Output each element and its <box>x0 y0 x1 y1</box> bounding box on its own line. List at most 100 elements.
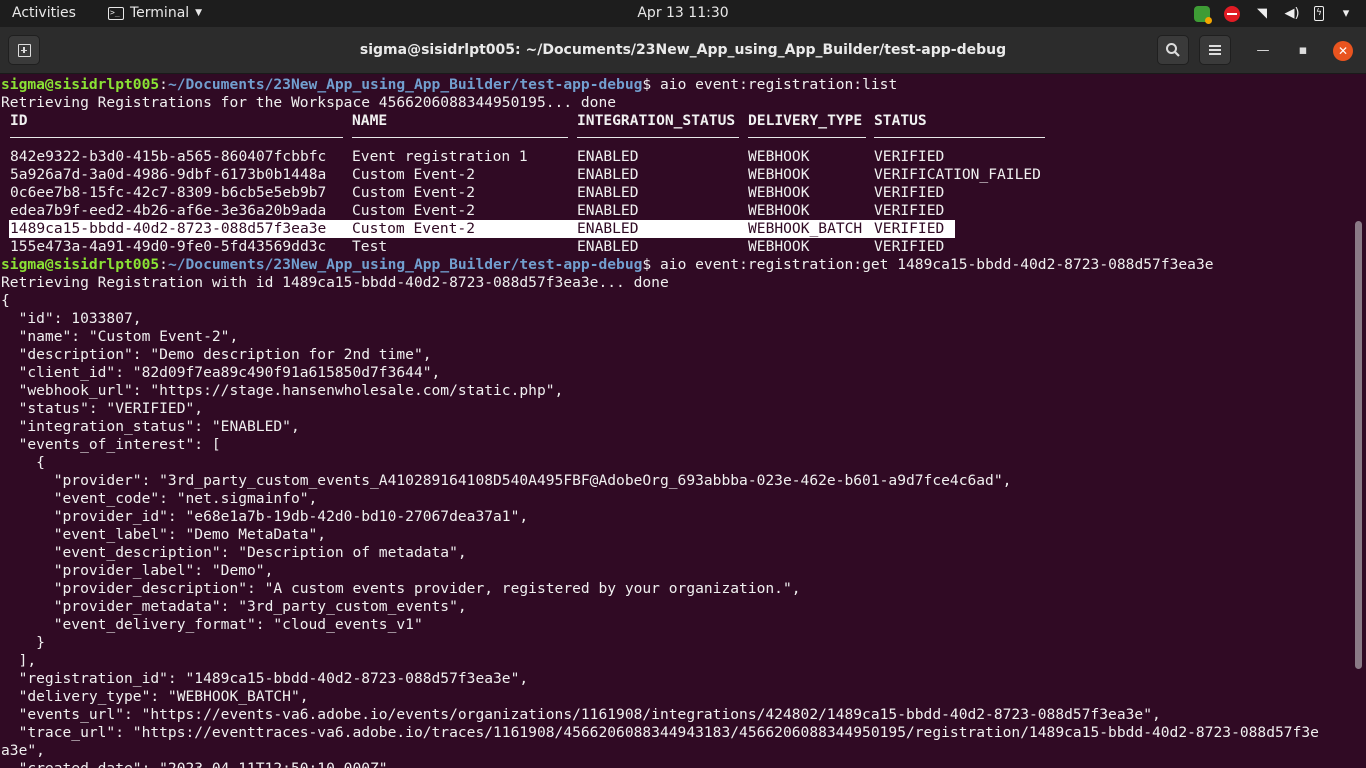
json-line: "webhook_url": "https://stage.hansenwhol… <box>1 382 564 399</box>
table-cell: WEBHOOK <box>748 202 810 219</box>
table-header-rule <box>577 137 739 138</box>
table-header-cell: DELIVERY_TYPE <box>748 112 863 129</box>
app-menu-caret-icon: ▼ <box>195 8 203 18</box>
json-line: "provider_metadata": "3rd_party_custom_e… <box>1 598 467 615</box>
table-cell: Custom Event-2 <box>352 202 476 219</box>
table-cell: 842e9322-b3d0-415b-a565-860407fcbbfc <box>10 148 327 165</box>
scrollbar-thumb[interactable] <box>1355 221 1362 669</box>
terminal-output[interactable]: sigma@sisidrlpt005:~/Documents/23New_App… <box>0 75 1354 768</box>
menu-caret-icon[interactable]: ▾ <box>1338 6 1354 22</box>
new-tab-icon <box>18 44 31 57</box>
table-cell: 1489ca15-bbdd-40d2-8723-088d57f3ea3e <box>10 220 327 237</box>
table-cell: ENABLED <box>577 184 639 201</box>
wifi-icon[interactable]: ◥ <box>1254 6 1270 22</box>
json-line: "delivery_type": "WEBHOOK_BATCH", <box>1 688 309 705</box>
prompt-line-1: sigma@sisidrlpt005:~/Documents/23New_App… <box>1 76 897 94</box>
table-cell: ENABLED <box>577 220 639 237</box>
json-line: "events_url": "https://events-va6.adobe.… <box>1 706 1161 723</box>
json-line: "created_date": "2023-04-11T12:50:10.000… <box>1 760 397 768</box>
prompt-path: ~/Documents/23New_App_using_App_Builder/… <box>167 256 643 273</box>
table-cell: WEBHOOK <box>748 148 810 165</box>
table-header-cell: NAME <box>352 112 388 129</box>
json-line: "provider": "3rd_party_custom_events_A41… <box>1 472 1012 489</box>
json-line: "event_description": "Description of met… <box>1 544 467 561</box>
clock[interactable]: Apr 13 11:30 <box>0 0 1366 27</box>
volume-icon[interactable]: ◀) <box>1284 6 1300 22</box>
activities-button[interactable]: Activities <box>12 0 76 27</box>
maximize-button[interactable]: ▪ <box>1293 41 1313 61</box>
table-cell: 0c6ee7b8-15fc-42c7-8309-b6cb5e5eb9b7 <box>10 184 327 201</box>
output-line-1: Retrieving Registrations for the Workspa… <box>1 94 617 111</box>
command-2: aio event:registration:get 1489ca15-bbdd… <box>651 256 1214 273</box>
prompt-user: sigma@sisidrlpt005 <box>1 76 160 93</box>
search-icon <box>1166 43 1180 57</box>
battery-icon[interactable]: ϟ <box>1314 6 1324 21</box>
minimize-icon: — <box>1256 43 1270 58</box>
json-line: ], <box>1 652 37 669</box>
prompt-sep: : <box>159 256 168 273</box>
json-line: "events_of_interest": [ <box>1 436 221 453</box>
update-icon[interactable] <box>1194 5 1212 24</box>
json-line: a3e", <box>1 742 45 759</box>
table-header-cell: ID <box>10 112 28 129</box>
hamburger-menu-icon <box>1209 45 1221 55</box>
table-cell: VERIFICATION_FAILED <box>874 166 1041 183</box>
table-cell: WEBHOOK <box>748 184 810 201</box>
json-line: "registration_id": "1489ca15-bbdd-40d2-8… <box>1 670 529 687</box>
command-1: aio event:registration:list <box>651 76 898 93</box>
table-header-rule <box>748 137 866 138</box>
table-cell: Event registration 1 <box>352 148 528 165</box>
table-cell: ENABLED <box>577 202 639 219</box>
close-icon: ✕ <box>1337 44 1349 58</box>
hamburger-menu-button[interactable] <box>1199 35 1231 65</box>
table-cell: WEBHOOK <box>748 166 810 183</box>
minimize-button[interactable]: — <box>1253 41 1273 61</box>
table-header-cell: STATUS <box>874 112 927 129</box>
table-cell: ENABLED <box>577 238 639 255</box>
json-line: { <box>1 454 45 471</box>
json-line: "status": "VERIFIED", <box>1 400 204 417</box>
output-line-2: Retrieving Registration with id 1489ca15… <box>1 274 669 291</box>
json-line: "provider_label": "Demo", <box>1 562 274 579</box>
table-cell: Custom Event-2 <box>352 220 476 237</box>
search-button[interactable] <box>1157 35 1189 65</box>
prompt-path: ~/Documents/23New_App_using_App_Builder/… <box>167 76 643 93</box>
table-cell: ENABLED <box>577 148 639 165</box>
do-not-disturb-icon[interactable] <box>1224 5 1240 22</box>
table-cell: WEBHOOK <box>748 238 810 255</box>
table-cell: 5a926a7d-3a0d-4986-9dbf-6173b0b1448a <box>10 166 327 183</box>
prompt-sym: $ <box>642 76 652 93</box>
json-line: { <box>1 292 10 309</box>
json-line: "provider_id": "e68e1a7b-19db-42d0-bd10-… <box>1 508 529 525</box>
table-cell: Test <box>352 238 388 255</box>
table-cell: ENABLED <box>577 166 639 183</box>
json-line: "id": 1033807, <box>1 310 142 327</box>
app-menu-label: Terminal <box>130 5 190 21</box>
json-line: "event_label": "Demo MetaData", <box>1 526 327 543</box>
table-cell: Custom Event-2 <box>352 184 476 201</box>
json-line: "client_id": "82d09f7ea89c490f91a615850d… <box>1 364 441 381</box>
app-menu-terminal[interactable]: >_ Terminal ▼ <box>108 0 202 27</box>
table-cell: 155e473a-4a91-49d0-9fe0-5fd43569dd3c <box>10 238 327 255</box>
json-line: } <box>1 634 45 651</box>
new-tab-button[interactable] <box>8 35 40 65</box>
top-bar: Activities >_ Terminal ▼ Apr 13 11:30 ◥ … <box>0 0 1366 27</box>
prompt-sep: : <box>159 76 168 93</box>
terminal-app-icon: >_ <box>108 7 124 20</box>
table-cell: VERIFIED <box>874 202 945 219</box>
close-button[interactable]: ✕ <box>1333 41 1353 61</box>
table-cell: WEBHOOK_BATCH <box>748 220 863 237</box>
system-tray[interactable]: ◥ ◀) ϟ ▾ <box>1194 0 1354 27</box>
json-line: "event_delivery_format": "cloud_events_v… <box>1 616 423 633</box>
table-header-rule <box>352 137 568 138</box>
table-cell: VERIFIED <box>874 238 945 255</box>
table-cell: Custom Event-2 <box>352 166 476 183</box>
table-cell: edea7b9f-eed2-4b26-af6e-3e36a20b9ada <box>10 202 327 219</box>
json-line: "provider_description": "A custom events… <box>1 580 801 597</box>
table-header-rule <box>10 137 343 138</box>
json-line: "trace_url": "https://eventtraces-va6.ad… <box>1 724 1319 741</box>
json-line: "name": "Custom Event-2", <box>1 328 239 345</box>
table-cell: VERIFIED <box>874 148 945 165</box>
json-line: "integration_status": "ENABLED", <box>1 418 300 435</box>
prompt-sym: $ <box>642 256 652 273</box>
